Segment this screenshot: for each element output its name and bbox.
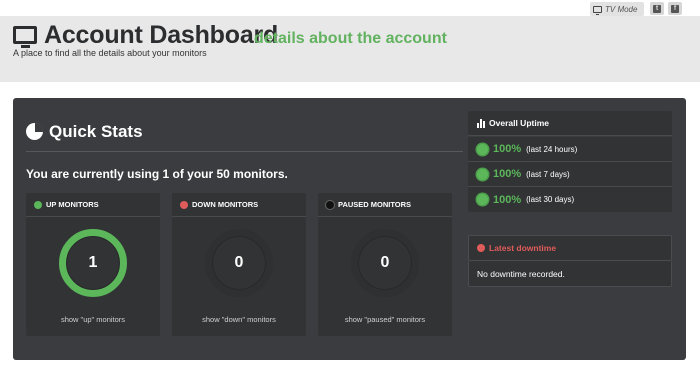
tv-mode-button[interactable]: TV Mode [590,2,644,16]
check-badge-icon [477,194,488,205]
down-status-icon [180,200,188,209]
paused-status-icon [326,200,334,209]
paused-monitors-ring: 0 [351,229,419,297]
paused-monitors-count: 0 [380,254,390,271]
monitor-usage-message: You are currently using 1 of your 50 mon… [26,167,288,181]
uptime-row: 100% (last 7 days) [468,162,672,187]
latest-downtime-title: Latest downtime [489,243,557,253]
tv-mode-label: TV Mode [605,4,638,14]
quick-stats-title: Quick Stats [49,122,143,141]
down-monitors-ring: 0 [205,229,273,297]
show-paused-monitors-link[interactable]: show "paused" monitors [318,315,452,324]
latest-downtime-message: No downtime recorded. [477,268,565,279]
up-monitors-label: UP MONITORS [46,200,99,209]
quick-stats-panel: Quick Stats You are currently using 1 of… [13,98,686,360]
top-bar: TV Mode t f [0,0,700,16]
latest-downtime-body: No downtime recorded. [468,261,672,287]
up-status-icon [34,200,42,209]
pie-chart-icon [26,123,43,140]
twitter-button[interactable]: t [650,2,664,15]
down-monitors-card: DOWN MONITORS 0 show "down" monitors [172,193,306,336]
up-monitors-ring: 1 [59,229,127,297]
uptime-percent: 100% [493,193,522,206]
overall-uptime-header: Overall Uptime [468,111,672,136]
paused-monitors-label: PAUSED MONITORS [338,200,412,209]
up-monitors-count: 1 [88,254,98,271]
monitor-icon [13,26,37,48]
show-down-monitors-link[interactable]: show "down" monitors [172,315,306,324]
page-header: Account Dashboard details about the acco… [0,16,700,82]
overall-uptime-title: Overall Uptime [489,118,549,128]
uptime-period: (last 7 days) [526,169,570,179]
twitter-icon: t [653,4,661,13]
latest-downtime-header: Latest downtime [468,235,672,261]
page-title: Account Dashboard [44,21,279,49]
uptime-row: 100% (last 30 days) [468,187,672,212]
tv-icon [593,5,602,15]
show-up-monitors-link[interactable]: show "up" monitors [26,315,160,324]
divider [26,151,463,152]
alert-icon [477,244,485,252]
check-badge-icon [477,143,488,155]
uptime-row: 100% (last 24 hours) [468,137,672,162]
down-monitors-label: DOWN MONITORS [192,200,259,209]
check-badge-icon [477,168,488,180]
paused-monitors-card: PAUSED MONITORS 0 show "paused" monitors [318,193,452,336]
down-monitors-count: 0 [234,254,244,271]
facebook-button[interactable]: f [668,2,682,15]
page-subtitle: details about the account [254,30,447,47]
bar-chart-icon [477,118,485,128]
uptime-period: (last 30 days) [526,195,575,204]
page-description: A place to find all the details about yo… [13,48,207,58]
uptime-list: 100% (last 24 hours) 100% (last 7 days) … [468,137,672,212]
uptime-percent: 100% [493,168,522,180]
uptime-percent: 100% [493,143,522,155]
facebook-icon: f [671,4,679,13]
up-monitors-card: UP MONITORS 1 show "up" monitors [26,193,160,336]
uptime-period: (last 24 hours) [526,144,578,154]
